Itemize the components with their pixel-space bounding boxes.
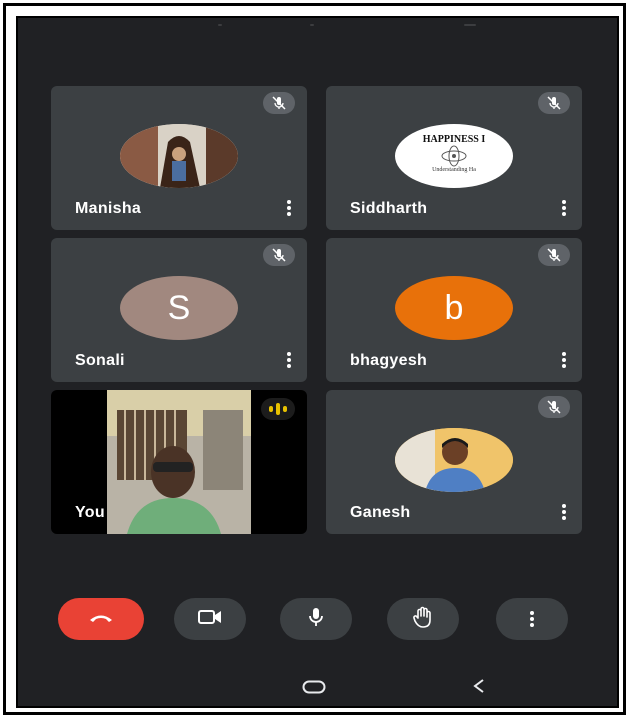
more-vert-icon[interactable]: [562, 200, 566, 216]
status-dot: [218, 24, 222, 26]
home-button[interactable]: [302, 680, 326, 699]
mic-off-icon: [263, 244, 295, 266]
mic-off-icon: [538, 244, 570, 266]
participant-name: You: [75, 504, 105, 521]
more-vert-icon[interactable]: [287, 352, 291, 368]
avatar-photo: HAPPINESS I Understanding Ha: [395, 124, 513, 188]
self-video-feed: [107, 390, 251, 534]
camera-icon: [198, 609, 222, 630]
home-pill-icon: [302, 680, 326, 698]
photo-caption: HAPPINESS I: [422, 133, 486, 145]
mic-off-icon: [538, 92, 570, 114]
more-options-button[interactable]: [496, 598, 568, 640]
speaking-indicator-icon: [261, 398, 295, 420]
participant-name: Ganesh: [350, 504, 411, 521]
raise-hand-button[interactable]: [387, 598, 459, 640]
more-vert-icon[interactable]: [562, 504, 566, 520]
participant-tile-sonali[interactable]: S Sonali: [51, 238, 307, 382]
avatar-photo: [395, 428, 513, 492]
back-button[interactable]: [472, 678, 486, 699]
participant-name: Siddharth: [350, 200, 428, 217]
avatar-initial: S: [120, 276, 238, 340]
mic-off-icon: [538, 396, 570, 418]
participant-tile-self[interactable]: You: [51, 390, 307, 534]
avatar-initial: b: [395, 276, 513, 340]
meet-call-screen: Manisha HAPPINESS I Understanding Ha Sid…: [16, 16, 619, 708]
end-call-button[interactable]: [58, 598, 144, 640]
camera-toggle-button[interactable]: [174, 598, 246, 640]
photo-subcaption: Understanding Ha: [432, 166, 476, 173]
participant-tile-siddharth[interactable]: HAPPINESS I Understanding Ha Siddharth: [326, 86, 582, 230]
more-vert-icon[interactable]: [562, 352, 566, 368]
participant-name: Sonali: [75, 352, 125, 369]
participant-tile-manisha[interactable]: Manisha: [51, 86, 307, 230]
hand-icon: [412, 606, 434, 633]
more-vert-icon: [530, 611, 534, 627]
phone-hangup-icon: [88, 610, 114, 628]
more-vert-icon[interactable]: [287, 200, 291, 216]
status-dot: [464, 24, 476, 26]
microphone-icon: [308, 607, 324, 632]
participant-name: Manisha: [75, 200, 142, 217]
back-chevron-icon: [472, 679, 486, 698]
participant-name: bhagyesh: [350, 352, 428, 369]
participant-tile-bhagyesh[interactable]: b bhagyesh: [326, 238, 582, 382]
mic-off-icon: [263, 92, 295, 114]
avatar-photo: [120, 124, 238, 188]
microphone-toggle-button[interactable]: [280, 598, 352, 640]
status-dot: [310, 24, 314, 26]
participant-tile-ganesh[interactable]: Ganesh: [326, 390, 582, 534]
